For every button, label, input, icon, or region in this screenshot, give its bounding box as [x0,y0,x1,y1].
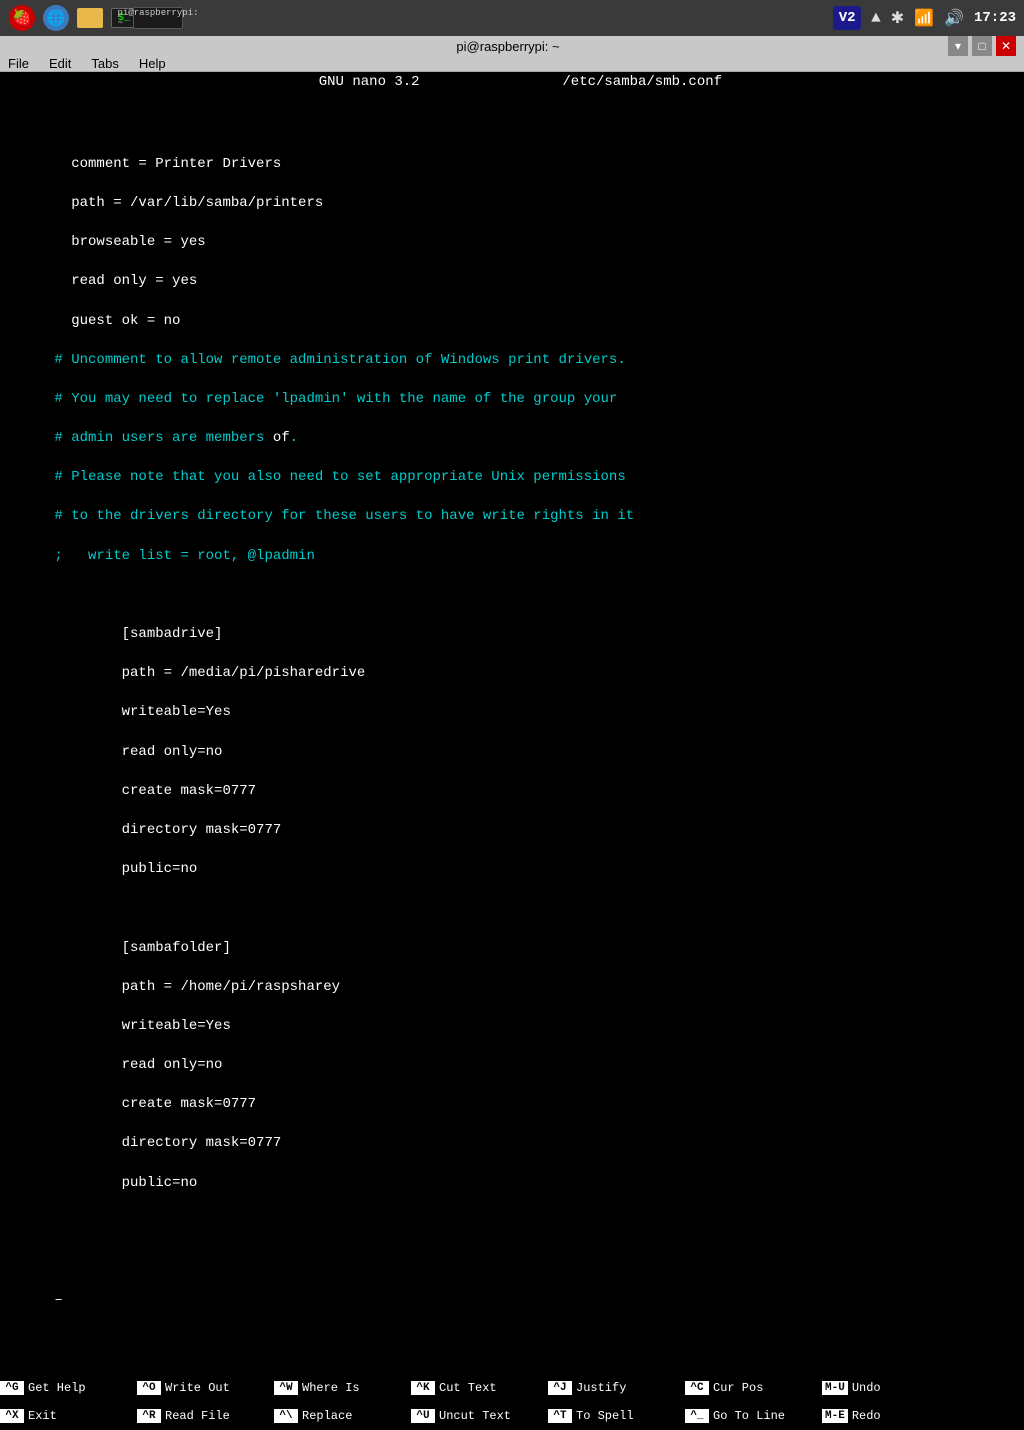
shortcut-key-cur-pos: ^C [685,1381,709,1395]
menu-bar: File Edit Tabs Help [0,56,1024,72]
shortcut-key-go-to-line: ^_ [685,1409,709,1423]
shortcut-label-cut-text: Cut Text [439,1381,497,1395]
shortcut-key-replace: ^\ [274,1409,298,1423]
status-bar [0,1354,1024,1374]
terminal-minimize-button[interactable]: ▾ [948,36,968,56]
terminal-controls: ▾ □ ✕ [948,36,1016,56]
browser-icon[interactable]: 🌐 [42,4,70,32]
shortcut-replace[interactable]: ^\ Replace [274,1402,411,1430]
shortcut-cut-text[interactable]: ^K Cut Text [411,1374,548,1402]
shortcut-label-justify: Justify [576,1381,626,1395]
shortcut-label-write-out: Write Out [165,1381,230,1395]
v2-badge: V2 [833,6,861,30]
terminal-title: pi@raspberrypi: ~ [68,39,948,54]
file-manager-icon[interactable] [76,4,104,32]
shortcut-go-to-line[interactable]: ^_ Go To Line [685,1402,822,1430]
shortcut-label-undo: Undo [852,1381,881,1395]
shortcut-where-is[interactable]: ^W Where Is [274,1374,411,1402]
menu-file[interactable]: File [4,56,33,71]
shortcut-label-go-to-line: Go To Line [713,1409,785,1423]
shortcut-key-where-is: ^W [274,1381,298,1395]
menu-help[interactable]: Help [135,56,170,71]
up-arrow-icon: ▲ [871,9,881,27]
shortcut-redo[interactable]: M-E Redo [822,1402,959,1430]
shortcut-label-where-is: Where Is [302,1381,360,1395]
system-bar-left: 🍓 🌐 $_ pi@raspberrypi: ~ [8,4,172,32]
shortcut-key-uncut-text: ^U [411,1409,435,1423]
shortcut-key-write-out: ^O [137,1381,161,1395]
shortcut-justify[interactable]: ^J Justify [548,1374,685,1402]
shortcut-label-to-spell: To Spell [576,1409,634,1423]
shortcut-write-out[interactable]: ^O Write Out [137,1374,274,1402]
terminal-close-button[interactable]: ✕ [996,36,1016,56]
menu-tabs[interactable]: Tabs [87,56,122,71]
editor-content[interactable]: comment = Printer Drivers path = /var/li… [0,92,1024,1354]
shortcut-get-help[interactable]: ^G Get Help [0,1374,137,1402]
shortcut-label-read-file: Read File [165,1409,230,1423]
clock: 17:23 [974,10,1016,26]
raspberry-pi-icon[interactable]: 🍓 [8,4,36,32]
shortcut-key-redo: M-E [822,1409,848,1423]
shortcut-cur-pos[interactable]: ^C Cur Pos [685,1374,822,1402]
shortcut-label-get-help: Get Help [28,1381,86,1395]
wifi-icon: 📶 [914,8,934,28]
system-bar-right: V2 ▲ ✱ 📶 🔊 17:23 [833,6,1016,30]
menu-edit[interactable]: Edit [45,56,75,71]
shortcut-label-exit: Exit [28,1409,57,1423]
shortcut-to-spell[interactable]: ^T To Spell [548,1402,685,1430]
nano-editor: GNU nano 3.2 /etc/samba/smb.conf comment… [0,72,1024,1430]
shortcut-key-to-spell: ^T [548,1409,572,1423]
shortcut-uncut-text[interactable]: ^U Uncut Text [411,1402,548,1430]
shortcut-label-redo: Redo [852,1409,881,1423]
shortcut-key-get-help: ^G [0,1381,24,1395]
shortcut-exit[interactable]: ^X Exit [0,1402,137,1430]
shortcuts-bar: ^G Get Help ^O Write Out ^W Where Is ^K … [0,1374,1024,1430]
terminal-maximize-button[interactable]: □ [972,36,992,56]
terminal2-icon[interactable]: pi@raspberrypi: ~ [144,4,172,32]
nano-header: GNU nano 3.2 /etc/samba/smb.conf [0,72,1024,92]
shortcut-label-uncut-text: Uncut Text [439,1409,511,1423]
terminal-title-bar: pi@raspberrypi: ~ ▾ □ ✕ [0,36,1024,56]
bluetooth-icon: ✱ [891,8,904,28]
terminal-window: pi@raspberrypi: ~ ▾ □ ✕ File Edit Tabs H… [0,36,1024,768]
shortcut-label-replace: Replace [302,1409,352,1423]
shortcut-key-exit: ^X [0,1409,24,1423]
system-bar: 🍓 🌐 $_ pi@raspberrypi: ~ V2 ▲ ✱ 📶 🔊 17:2… [0,0,1024,36]
shortcut-undo[interactable]: M-U Undo [822,1374,959,1402]
shortcut-key-cut-text: ^K [411,1381,435,1395]
shortcut-key-undo: M-U [822,1381,848,1395]
shortcut-read-file[interactable]: ^R Read File [137,1402,274,1430]
shortcut-label-cur-pos: Cur Pos [713,1381,763,1395]
shortcut-key-read-file: ^R [137,1409,161,1423]
shortcut-key-justify: ^J [548,1381,572,1395]
volume-icon: 🔊 [944,8,964,28]
